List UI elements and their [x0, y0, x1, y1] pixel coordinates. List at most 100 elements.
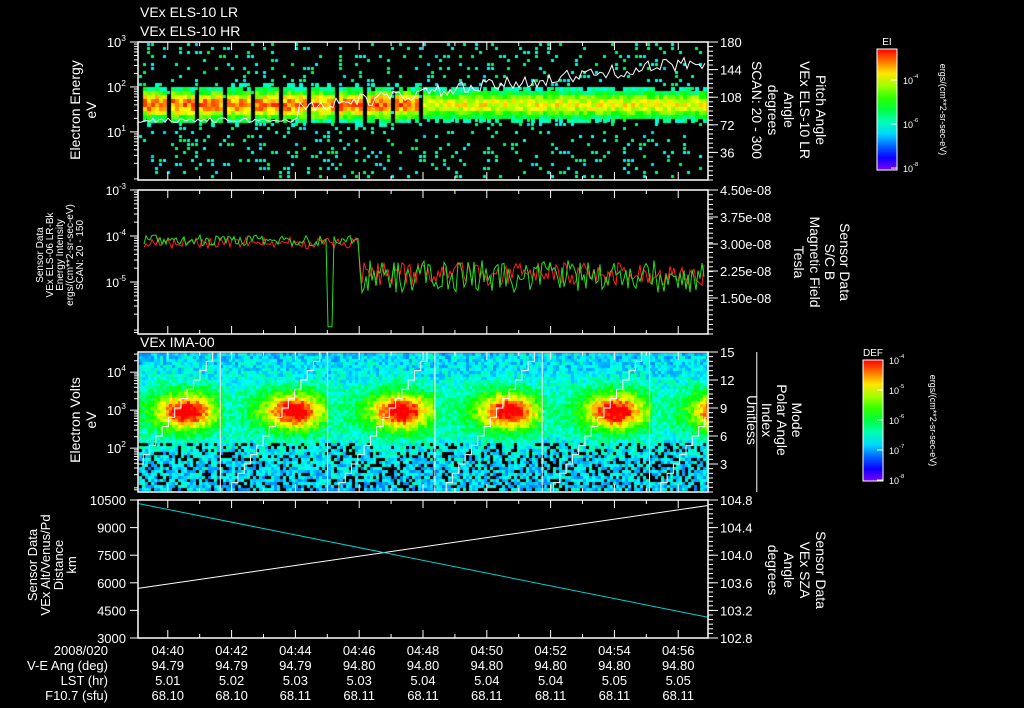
y2-axis-title: degrees [765, 545, 781, 596]
y2-tick-label: 102.8 [720, 631, 753, 646]
y-axis-title: km [64, 556, 79, 573]
y2-tick-label: 104.8 [720, 493, 753, 508]
y2-tick-label: 144 [720, 63, 742, 78]
title-ima: VEx IMA-00 [140, 334, 215, 350]
time-tick-label: 04:44 [279, 643, 312, 658]
y2-axis-title: VEx SZA [797, 542, 813, 599]
y-tick-label: 7500 [97, 548, 126, 563]
y2-tick-label: 104.0 [720, 548, 753, 563]
title-els-lr: VEx ELS-10 LR [140, 4, 238, 20]
colorbar-tick-label: 10-6 [903, 118, 918, 130]
polar-angle-staircase [332, 351, 434, 493]
y-tick-label: 10-5 [106, 274, 127, 290]
time-tick-label: 04:42 [215, 643, 248, 658]
y2-tick-label: 72 [720, 118, 734, 133]
time-tick-label: 04:48 [407, 643, 440, 658]
y2-tick-label: 4.50e-08 [720, 183, 771, 198]
y-tick-label: 10-4 [106, 228, 127, 244]
ephemeris-value: 5.04 [474, 673, 499, 688]
ephemeris-value: 68.11 [662, 688, 694, 703]
y2-axis-title: Polar Angle [774, 384, 790, 456]
y-tick-label: 104 [107, 363, 126, 380]
pitch-angle-line [137, 56, 706, 124]
y2-tick-label: 1.50e-08 [720, 291, 771, 306]
polar-angle-staircase [654, 352, 709, 493]
y2-tick-label: 103.2 [720, 603, 753, 618]
y2-axis-title: Pitch Angle [813, 75, 829, 145]
ephemeris-value: 68.11 [535, 688, 567, 703]
ephemeris-value: 94.79 [152, 658, 185, 673]
colorbar-tick-label: 10-7 [889, 444, 904, 456]
time-tick-label: 04:46 [343, 643, 376, 658]
y2-tick-label: 104.4 [720, 521, 753, 536]
date-label: 2008/020 [54, 643, 108, 658]
y2-tick-label: 15 [720, 345, 734, 360]
y-axis-title: SCAN: 20 - 150 [75, 220, 86, 290]
polar-angle-staircase [225, 351, 327, 493]
y2-tick-label: 6 [720, 429, 727, 444]
colorbar-tick-label: 10-8 [903, 162, 918, 174]
y-axis-title: Electron Energy [67, 60, 83, 160]
ephemeris-value: 68.11 [343, 688, 375, 703]
y2-axis-title: Tesla [791, 246, 807, 279]
colorbar-tick-label: 10-8 [889, 474, 904, 486]
y-tick-label: 6000 [97, 576, 126, 591]
ephemeris-value: 5.04 [410, 673, 435, 688]
colorbar-units: ergs/(cm**2-sr-sec-eV) [938, 64, 948, 156]
ephemeris-value: 68.11 [599, 688, 631, 703]
colorbar-tick-label: 10-4 [903, 74, 919, 86]
y-tick-label: 10-3 [106, 182, 126, 198]
y-axis-title: eV [83, 101, 99, 119]
colorbar-units: ergs/(cm**2-sr-sec-eV) [928, 375, 938, 467]
time-tick-label: 04:54 [598, 643, 631, 658]
y2-tick-label: 36 [720, 145, 734, 160]
y-tick-label: 9000 [97, 521, 126, 536]
ephemeris-value: 68.10 [215, 688, 248, 703]
colorbar-tick-label: 10-4 [889, 354, 905, 366]
y-tick-label: 103 [107, 33, 126, 50]
ephemeris-value: 94.80 [343, 658, 376, 673]
title-els-hr: VEx ELS-10 HR [140, 23, 240, 39]
ephemeris-value: 94.80 [662, 658, 695, 673]
y2-axis-title: S/C B [822, 244, 838, 281]
ephemeris-value: 94.80 [534, 658, 567, 673]
y2-axis-title: Mode [789, 402, 805, 437]
plot-overlay: VEx ELS-10 LR VEx ELS-10 HR VEx IMA-00 1… [25, 4, 948, 703]
y-axis-title: eV [83, 411, 99, 429]
ephemeris-value: 68.10 [152, 688, 185, 703]
time-tick-label: 04:52 [534, 643, 567, 658]
y-axis-title: Electron Volts [67, 377, 83, 463]
ephemeris-value: 5.05 [666, 673, 691, 688]
ephemeris-value: 68.11 [471, 688, 503, 703]
y-tick-label: 4500 [97, 603, 126, 618]
y2-axis-title: VEx ELS-10 LR [797, 61, 813, 159]
ephemeris-value: 68.11 [407, 688, 439, 703]
y-tick-label: 102 [107, 78, 126, 95]
time-tick-label: 04:50 [471, 643, 504, 658]
time-tick-label: 04:56 [662, 643, 695, 658]
panel-frame-3 [137, 351, 709, 493]
polar-angle-staircase [547, 351, 648, 493]
magnetic-field-line [143, 233, 705, 328]
plot-window: VEx ELS-10 LR VEx ELS-10 HR VEx IMA-00 1… [0, 0, 1024, 708]
y2-tick-label: 12 [720, 373, 734, 388]
y2-axis-title: Sensor Data [813, 531, 829, 609]
y2-axis-title: degrees [765, 85, 781, 136]
y2-tick-label: 3 [720, 457, 727, 472]
ephemeris-value: 94.80 [598, 658, 631, 673]
ephemeris-value: 94.80 [407, 658, 440, 673]
y2-tick-label: 3.00e-08 [720, 237, 771, 252]
ephemeris-row-label: LST (hr) [61, 673, 108, 688]
y2-axis-title: Magnetic Field [807, 216, 823, 307]
colorbar-tick-label: 10-5 [889, 384, 904, 396]
ephemeris-row-label: V-E Ang (deg) [27, 658, 108, 673]
y-tick-label: 103 [107, 401, 126, 418]
ephemeris-value: 5.02 [219, 673, 244, 688]
sza-line [137, 502, 709, 618]
y2-tick-label: 9 [720, 401, 727, 416]
y2-tick-label: 2.25e-08 [720, 264, 771, 279]
ephemeris-row-label: F10.7 (sfu) [45, 688, 108, 703]
ephemeris-value: 5.03 [347, 673, 372, 688]
ephemeris-value: 68.11 [280, 688, 312, 703]
ephemeris-value: 5.04 [538, 673, 563, 688]
